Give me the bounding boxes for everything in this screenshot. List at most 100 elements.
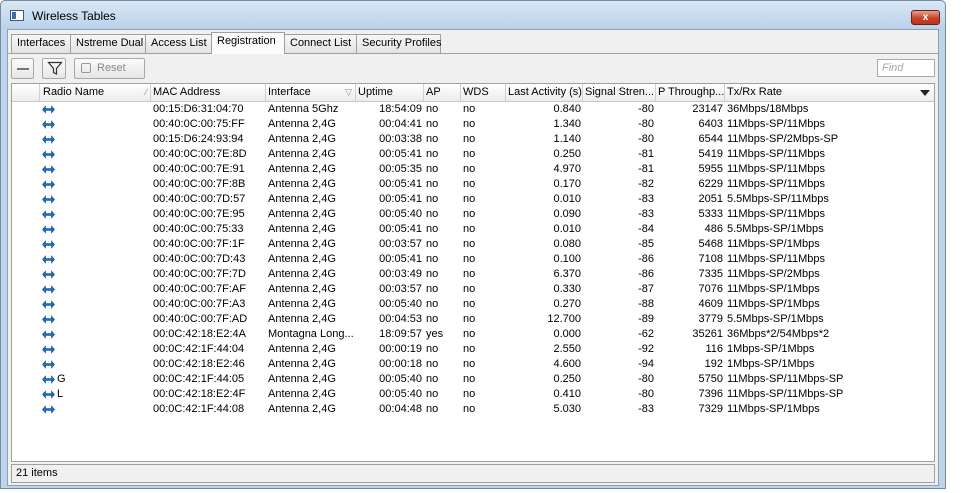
- cell-wds: no: [463, 283, 476, 295]
- tab-nstreme-dual[interactable]: Nstreme Dual: [70, 34, 146, 53]
- tab-access-list[interactable]: Access List: [145, 34, 212, 53]
- cell-uptime: 00:05:41: [379, 193, 422, 205]
- cell-iface: Antenna 2,4G: [268, 358, 336, 370]
- cell-ap: no: [426, 103, 439, 115]
- table-row[interactable]: G 00:0C:42:1F:44:05 Antenna 2,4G 00:05:40 no…: [12, 372, 934, 387]
- cell-wds: no: [463, 298, 476, 310]
- table-row[interactable]: L 00:0C:42:18:E2:4F Antenna 2,4G 00:05:40 no…: [12, 387, 934, 402]
- col-header-wds[interactable]: WDS: [461, 84, 506, 101]
- table-row[interactable]: 00:40:0C:00:7F:1F Antenna 2,4G 00:03:57 no n…: [12, 237, 934, 252]
- cell-activity: 0.250: [553, 373, 581, 385]
- table-row[interactable]: 00:15:D6:31:04:70 Antenna 5Ghz 18:54:09 no n…: [12, 102, 934, 117]
- col-header-last-activity[interactable]: Last Activity (s): [506, 84, 583, 101]
- cell-throughput: 486: [704, 223, 723, 235]
- cell-activity: 4.970: [553, 163, 581, 175]
- table-row[interactable]: 00:0C:42:1F:44:04 Antenna 2,4G 00:00:19 no n…: [12, 342, 934, 357]
- cell-iface: Antenna 2,4G: [268, 118, 336, 130]
- cell-radio: [57, 327, 149, 342]
- cell-uptime: 00:03:57: [379, 238, 422, 250]
- col-header-tx-rx-rate[interactable]: Tx/Rx Rate: [725, 84, 934, 101]
- cell-iface: Antenna 2,4G: [268, 238, 336, 250]
- wireless-client-icon: [42, 135, 55, 144]
- cell-wds: no: [463, 238, 476, 250]
- cell-signal: -80: [638, 373, 654, 385]
- cell-ap: no: [426, 238, 439, 250]
- table-row[interactable]: 00:40:0C:00:7F:AF Antenna 2,4G 00:03:57 no n…: [12, 282, 934, 297]
- cell-throughput: 7335: [698, 268, 723, 280]
- title-bar[interactable]: Wireless Tables x: [1, 1, 945, 29]
- table-row[interactable]: 00:0C:42:1F:44:08 Antenna 2,4G 00:04:48 no n…: [12, 402, 934, 417]
- cell-rate: 11Mbps-SP/1Mbps: [727, 298, 820, 310]
- col-header-uptime[interactable]: Uptime: [356, 84, 424, 101]
- cell-ap: no: [426, 373, 439, 385]
- cell-ap: no: [426, 118, 439, 130]
- table-row[interactable]: 00:40:0C:00:75:33 Antenna 2,4G 00:05:41 no n…: [12, 222, 934, 237]
- cell-wds: no: [463, 253, 476, 265]
- cell-ap: no: [426, 193, 439, 205]
- cell-wds: no: [463, 148, 476, 160]
- cell-rate: 11Mbps-SP/11Mbps: [727, 163, 826, 175]
- cell-signal: -82: [638, 178, 654, 190]
- cell-ap: no: [426, 133, 439, 145]
- table-row[interactable]: 00:40:0C:00:7D:43 Antenna 2,4G 00:05:41 no n…: [12, 252, 934, 267]
- col-header-signal-strength[interactable]: Signal Stren...: [583, 84, 656, 101]
- wireless-client-icon: [42, 210, 55, 219]
- filter-button[interactable]: [42, 58, 66, 79]
- col-header-interface[interactable]: Interface ▽: [266, 84, 356, 101]
- remove-button[interactable]: [11, 58, 34, 79]
- table-row[interactable]: 00:40:0C:00:7F:8B Antenna 2,4G 00:05:41 no n…: [12, 177, 934, 192]
- cell-activity: 1.340: [553, 118, 581, 130]
- col-header-mac-address[interactable]: MAC Address: [151, 84, 266, 101]
- cell-uptime: 00:05:41: [379, 178, 422, 190]
- cell-mac: 00:0C:42:1F:44:05: [153, 373, 245, 385]
- cell-throughput: 7108: [698, 253, 723, 265]
- table-row[interactable]: 00:40:0C:00:7E:8D Antenna 2,4G 00:05:41 no n…: [12, 147, 934, 162]
- tab-registration[interactable]: Registration: [211, 32, 285, 54]
- window-title: Wireless Tables: [32, 9, 116, 23]
- cell-uptime: 00:05:41: [379, 148, 422, 160]
- table-row[interactable]: 00:0C:42:18:E2:46 Antenna 2,4G 00:00:18 no n…: [12, 357, 934, 372]
- cell-wds: no: [463, 268, 476, 280]
- cell-mac: 00:0C:42:1F:44:04: [153, 343, 245, 355]
- table-header: Radio Name ⁄ MAC Address Interface ▽ Uptim…: [12, 84, 934, 102]
- table-row[interactable]: 00:15:D6:24:93:94 Antenna 2,4G 00:03:38 no n…: [12, 132, 934, 147]
- col-header-select[interactable]: [12, 84, 40, 101]
- table-row[interactable]: 00:40:0C:00:7E:91 Antenna 2,4G 00:05:35 no n…: [12, 162, 934, 177]
- cell-mac: 00:40:0C:00:7D:43: [153, 253, 246, 265]
- reset-button[interactable]: Reset: [74, 58, 145, 79]
- cell-signal: -83: [638, 208, 654, 220]
- table-row[interactable]: 00:40:0C:00:7F:AD Antenna 2,4G 00:04:53 no n…: [12, 312, 934, 327]
- cell-wds: no: [463, 223, 476, 235]
- col-header-p-throughput[interactable]: P Throughp...: [656, 84, 725, 101]
- tab-security-profiles[interactable]: Security Profiles: [356, 34, 441, 53]
- find-input[interactable]: [877, 59, 935, 77]
- table-row[interactable]: 00:40:0C:00:7D:57 Antenna 2,4G 00:05:41 no n…: [12, 192, 934, 207]
- cell-mac: 00:40:0C:00:7F:A3: [153, 298, 246, 310]
- table-row[interactable]: 00:40:0C:00:7E:95 Antenna 2,4G 00:05:40 no n…: [12, 207, 934, 222]
- cell-mac: 00:40:0C:00:7E:91: [153, 163, 245, 175]
- close-button[interactable]: x: [911, 10, 940, 25]
- cell-rate: 11Mbps-SP/11Mbps-SP: [727, 373, 844, 385]
- table-row[interactable]: 00:0C:42:18:E2:4A Montagna Long... 18:09:5…: [12, 327, 934, 342]
- tab-interfaces[interactable]: Interfaces: [11, 34, 71, 53]
- table-row[interactable]: 00:40:0C:00:7F:7D Antenna 2,4G 00:03:49 no n…: [12, 267, 934, 282]
- cell-ap: no: [426, 343, 439, 355]
- tab-connect-list[interactable]: Connect List: [284, 34, 357, 53]
- cell-wds: no: [463, 103, 476, 115]
- reset-label: Reset: [97, 62, 126, 74]
- cell-mac: 00:15:D6:31:04:70: [153, 103, 244, 115]
- col-header-ap[interactable]: AP: [424, 84, 461, 101]
- col-header-radio-name[interactable]: Radio Name ⁄: [40, 84, 151, 101]
- wireless-client-icon: [42, 255, 55, 264]
- cell-rate: 11Mbps-SP/2Mbps: [727, 268, 820, 280]
- cell-mac: 00:40:0C:00:7F:7D: [153, 268, 246, 280]
- cell-mac: 00:40:0C:00:7E:8D: [153, 148, 247, 160]
- column-menu-dropdown-icon[interactable]: [916, 85, 933, 100]
- table-row[interactable]: 00:40:0C:00:75:FF Antenna 2,4G 00:04:41 no n…: [12, 117, 934, 132]
- cell-ap: no: [426, 313, 439, 325]
- cell-throughput: 5333: [698, 208, 723, 220]
- filter-icon: [47, 61, 63, 75]
- cell-iface: Antenna 2,4G: [268, 148, 336, 160]
- table-row[interactable]: 00:40:0C:00:7F:A3 Antenna 2,4G 00:05:40 no n…: [12, 297, 934, 312]
- cell-wds: no: [463, 163, 476, 175]
